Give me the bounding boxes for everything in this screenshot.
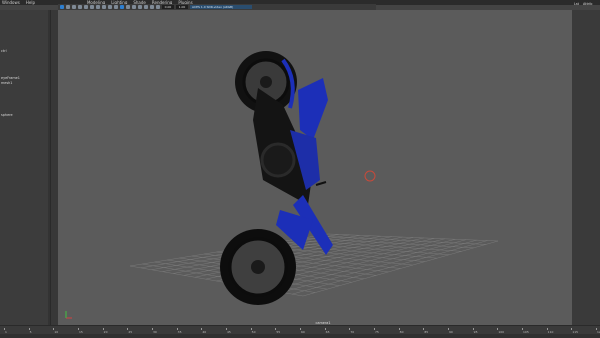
grid-line bbox=[327, 233, 499, 242]
seat-tank bbox=[298, 78, 328, 140]
rotate-manipulator bbox=[364, 170, 376, 182]
move-icon[interactable] bbox=[60, 5, 64, 9]
outliner-panel: ctrl eyeFrame1 mesh1 sphere bbox=[0, 10, 51, 325]
panel-divider[interactable] bbox=[51, 10, 58, 325]
lasso-icon[interactable] bbox=[72, 5, 76, 9]
wireframe-icon[interactable] bbox=[120, 5, 124, 9]
frame-icon[interactable] bbox=[108, 5, 112, 9]
outliner-item[interactable]: mesh1 bbox=[1, 81, 12, 85]
scene-view[interactable] bbox=[58, 10, 572, 325]
snap-point-icon[interactable] bbox=[96, 5, 100, 9]
select-icon[interactable] bbox=[66, 5, 70, 9]
outliner-item[interactable]: sphere bbox=[1, 113, 13, 117]
rear-hub bbox=[260, 76, 272, 88]
timeline-ruler[interactable]: 1 5 10 15 20 25 30 35 40 45 50 55 60 65 70 75 80 85 90 95 10… bbox=[0, 327, 600, 334]
texture-icon[interactable] bbox=[132, 5, 136, 9]
outliner-item[interactable]: eyeFrame1 bbox=[1, 76, 20, 80]
grid-icon[interactable] bbox=[114, 5, 118, 9]
light-icon[interactable] bbox=[138, 5, 142, 9]
front-hub bbox=[251, 260, 265, 274]
tab-attributes[interactable]: Attrib bbox=[583, 2, 592, 6]
shadow-icon[interactable] bbox=[144, 5, 148, 9]
isolate-icon[interactable] bbox=[156, 5, 160, 9]
snap-curve-icon[interactable] bbox=[90, 5, 94, 9]
menu-item-help[interactable]: Help bbox=[26, 0, 35, 5]
gamma-field[interactable]: 1.00 bbox=[176, 5, 188, 9]
attribute-panel: Lst Attrib bbox=[572, 2, 600, 325]
outliner-item[interactable]: ctrl bbox=[1, 49, 7, 53]
menu-item-windows[interactable]: Windows bbox=[2, 0, 20, 5]
color-space-dropdown[interactable]: ACES 1.0 SDR-video (sRGB) bbox=[190, 5, 252, 9]
range-slider[interactable] bbox=[0, 334, 600, 338]
engine bbox=[260, 142, 296, 178]
paint-icon[interactable] bbox=[78, 5, 82, 9]
camera-icon[interactable] bbox=[102, 5, 106, 9]
exposure-field[interactable]: 0.00 bbox=[162, 5, 174, 9]
tab-list[interactable]: Lst bbox=[574, 2, 579, 6]
shaded-icon[interactable] bbox=[126, 5, 130, 9]
handlebar bbox=[315, 181, 327, 186]
grid-line bbox=[302, 240, 499, 297]
xray-icon[interactable] bbox=[150, 5, 154, 9]
timeline[interactable]: 1 5 10 15 20 25 30 35 40 45 50 55 60 65 70 75 80 85 90 95 10… bbox=[0, 325, 600, 338]
outliner-scrollbar[interactable] bbox=[48, 10, 50, 325]
snap-grid-icon[interactable] bbox=[84, 5, 88, 9]
3d-viewport[interactable]: camera1 bbox=[58, 10, 572, 325]
